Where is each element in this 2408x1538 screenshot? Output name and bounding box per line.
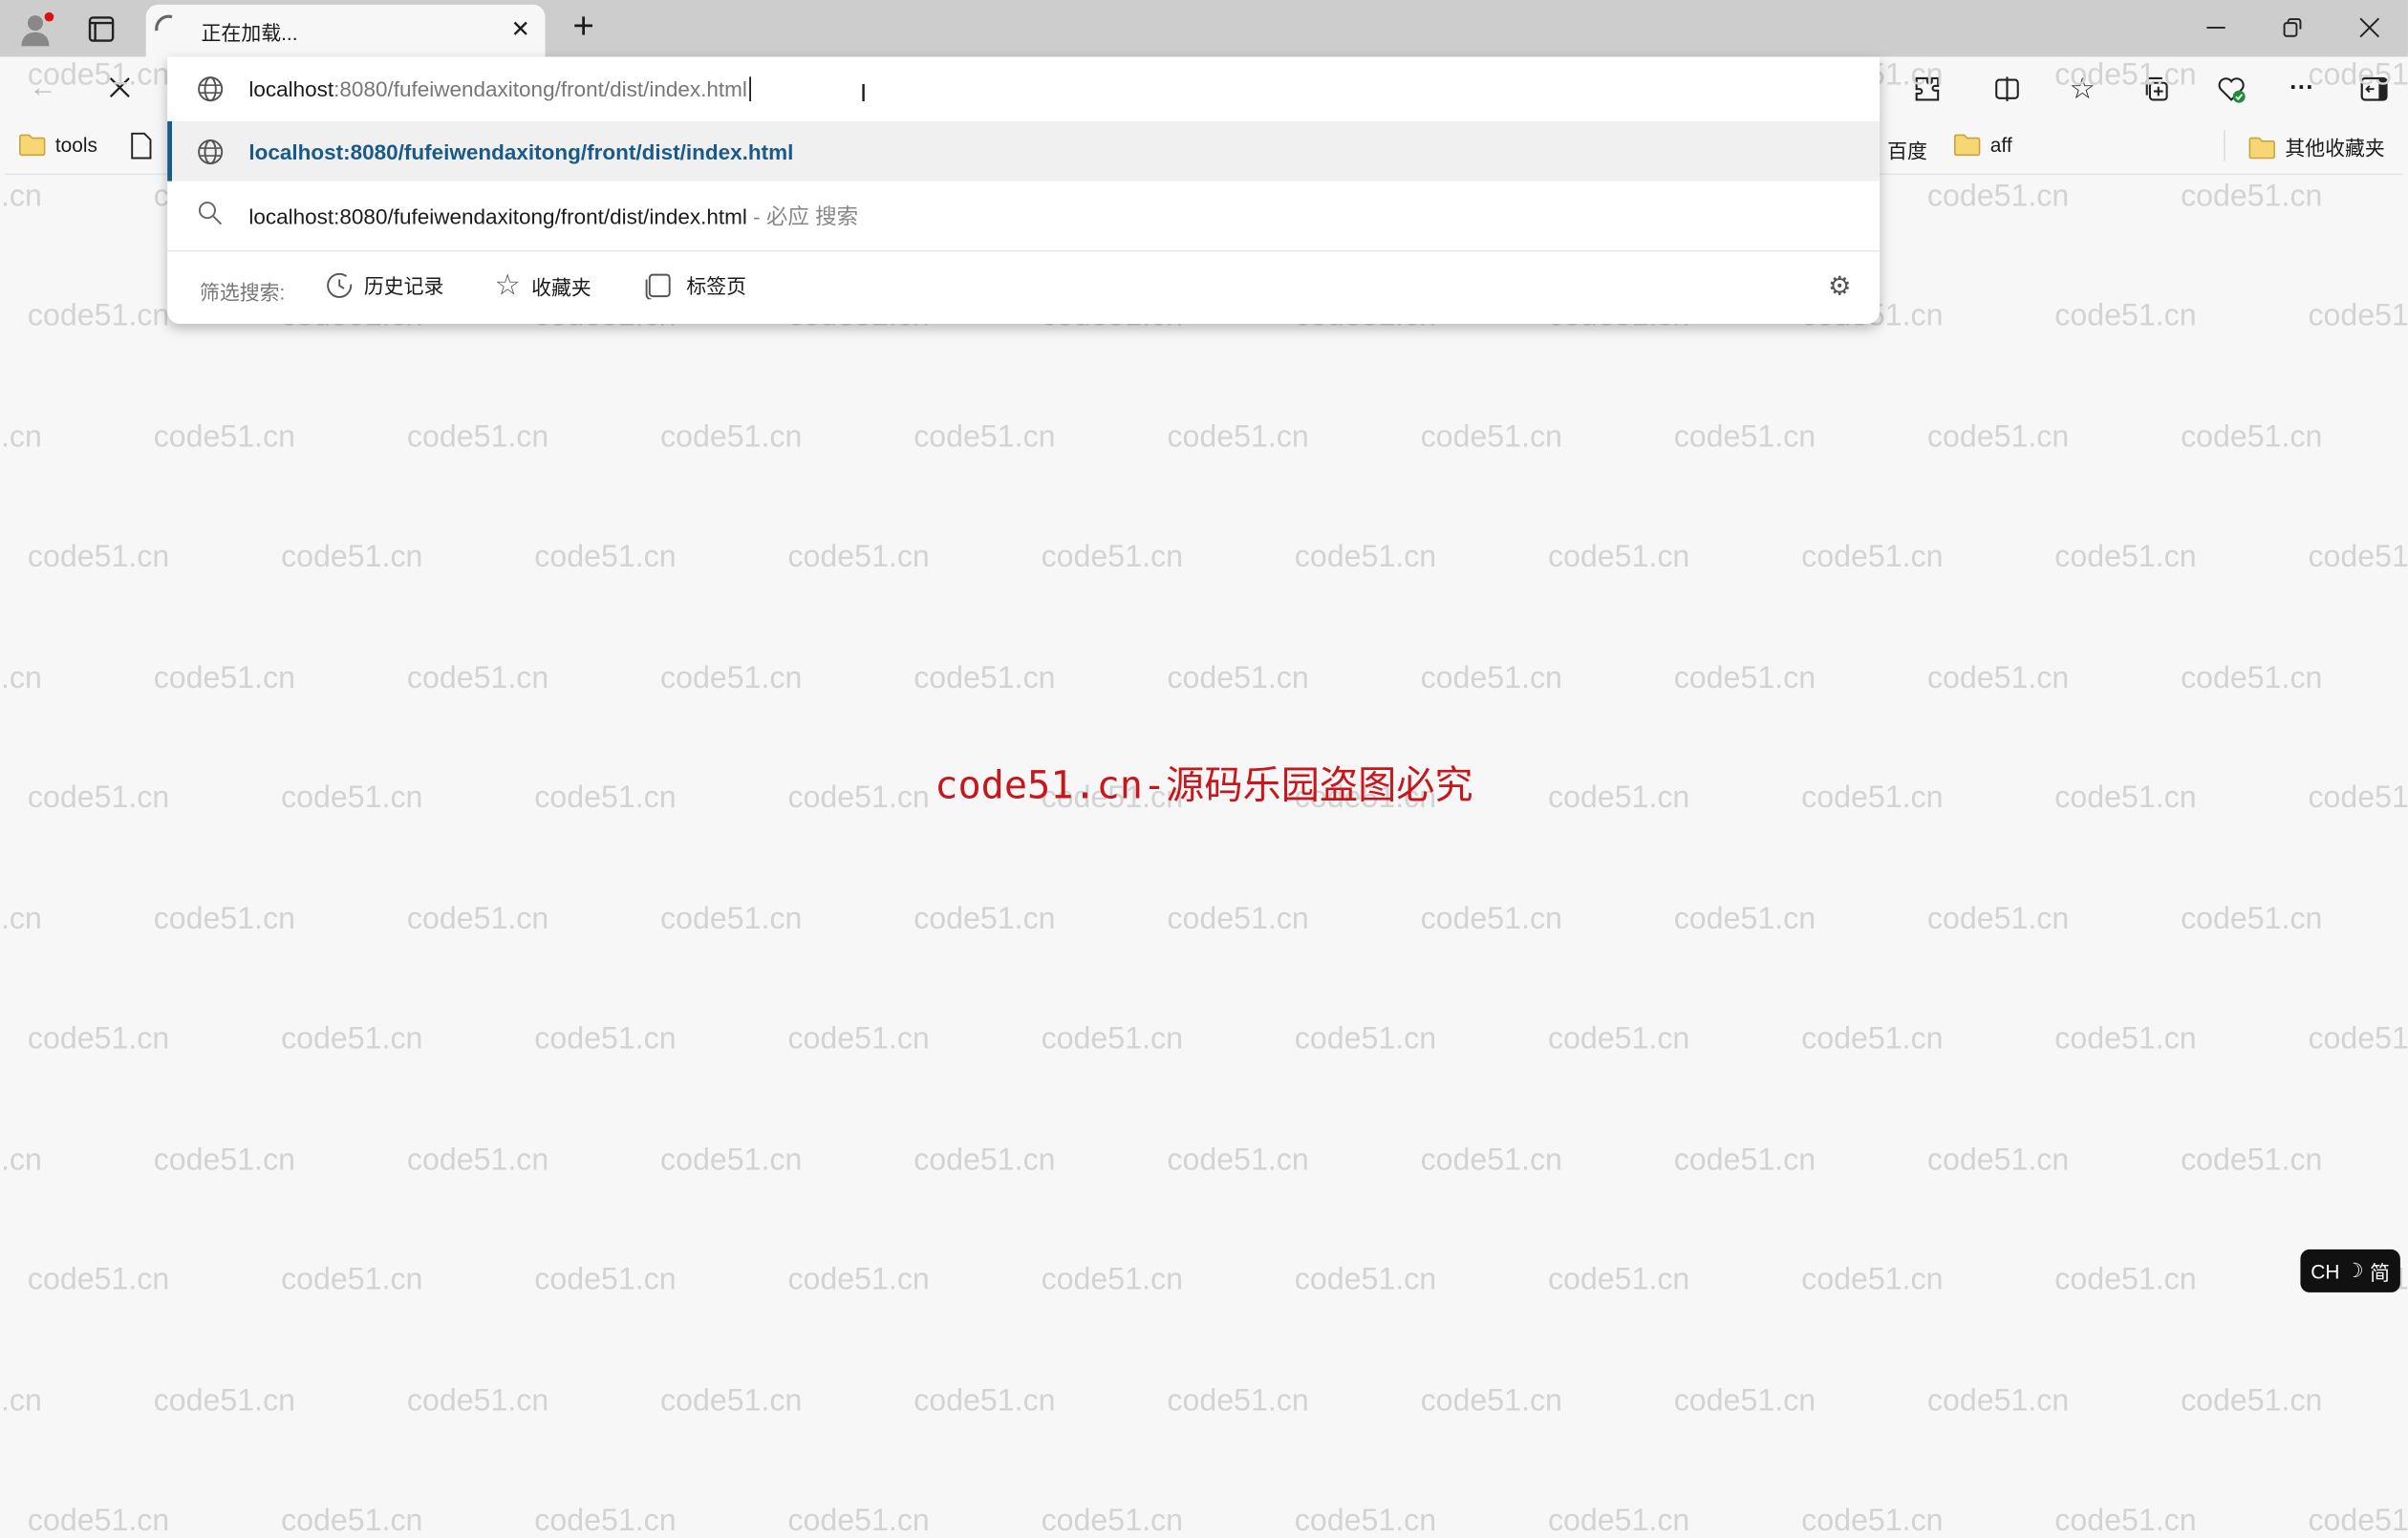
selection-indicator: [167, 120, 172, 182]
filter-row: 筛选搜索: 历史记录 ☆ 收藏夹 标签页 ⚙: [167, 252, 1880, 325]
text-cursor-icon: I: [859, 81, 868, 108]
heart-pulse-icon: [2218, 77, 2246, 103]
bookmark-folder-aff[interactable]: aff: [1953, 132, 2012, 157]
loading-spinner-icon: [155, 14, 173, 32]
divider: [2224, 130, 2225, 161]
bookmark-label: tools: [54, 132, 98, 157]
filter-history[interactable]: 历史记录: [326, 270, 444, 300]
minimize-button[interactable]: [2193, 8, 2239, 48]
filter-label-history: 历史记录: [363, 274, 444, 298]
ellipsis-icon: ···: [2290, 75, 2314, 102]
sidebar-toggle-button[interactable]: [2354, 69, 2395, 109]
profile-icon: [21, 11, 54, 47]
browser-window: 正在加载... ✕ + ← ☆ ··· tools 百度 aff 其他收藏夹 c…: [0, 0, 2408, 1538]
close-icon: [109, 77, 130, 98]
suggestion-text: localhost:8080/fufeiwendaxitong/front/di…: [248, 203, 747, 229]
moon-icon: ☽: [2345, 1258, 2364, 1282]
ime-language: CH: [2311, 1259, 2340, 1283]
collections-icon: [2145, 76, 2168, 101]
restore-button[interactable]: [2269, 8, 2315, 48]
bookmark-folder-tools[interactable]: tools: [18, 132, 97, 157]
more-button[interactable]: ···: [2282, 69, 2322, 109]
tab-actions-button[interactable]: [80, 8, 123, 51]
tab-close-button[interactable]: ✕: [505, 13, 536, 44]
vertical-tabs-icon: [88, 16, 115, 42]
filter-label-favorites: 收藏夹: [531, 276, 591, 300]
puzzle-icon: [1915, 76, 1940, 101]
favorites-star-icon: ☆: [2069, 73, 2096, 106]
close-icon: [2359, 17, 2380, 38]
filter-label-tabs: 标签页: [686, 274, 747, 298]
tab-strip: 正在加载... ✕ +: [0, 0, 2408, 57]
collections-button[interactable]: [2136, 69, 2176, 109]
extensions-button[interactable]: [1907, 69, 1947, 109]
history-icon: [327, 272, 353, 298]
suggestion-text: localhost:8080/fufeiwendaxitong/front/di…: [248, 139, 794, 164]
plus-icon: +: [572, 6, 594, 48]
window-close-button[interactable]: [2347, 8, 2393, 48]
browser-essentials-button[interactable]: [2211, 69, 2251, 109]
star-icon: ☆: [494, 269, 521, 303]
other-favorites-folder[interactable]: 其他收藏夹: [2248, 132, 2385, 161]
gear-icon: ⚙: [1828, 271, 1852, 301]
filter-label: 筛选搜索:: [199, 281, 286, 305]
sidebar-icon: [2360, 76, 2388, 101]
favorites-button[interactable]: ☆: [2062, 69, 2102, 109]
bookmark-label: aff: [1989, 132, 2012, 157]
globe-icon: [198, 76, 224, 102]
address-path: :8080/fufeiwendaxitong/front/dist/index.…: [333, 76, 747, 102]
address-input[interactable]: localhost:8080/fufeiwendaxitong/front/di…: [167, 56, 1880, 120]
page-icon[interactable]: [131, 132, 152, 160]
address-bar-dropdown: localhost:8080/fufeiwendaxitong/front/di…: [167, 56, 1881, 325]
search-icon: [198, 202, 223, 225]
ime-indicator[interactable]: CH ☽ 简: [2300, 1249, 2400, 1292]
tab-active[interactable]: 正在加载... ✕: [145, 4, 546, 57]
tabs-icon: [645, 272, 671, 299]
folder-icon: [19, 134, 46, 157]
globe-icon: [198, 139, 224, 165]
split-screen-button[interactable]: [1988, 69, 2028, 109]
bookmark-label: 其他收藏夹: [2285, 137, 2385, 160]
folder-icon: [2248, 137, 2275, 159]
bookmark-baidu[interactable]: 百度: [1887, 135, 1927, 164]
split-screen-icon: [1995, 76, 2019, 102]
search-settings-button[interactable]: ⚙: [1823, 270, 1857, 304]
suggestion-item[interactable]: localhost:8080/fufeiwendaxitong/front/di…: [167, 120, 1881, 182]
address-host: localhost: [248, 76, 334, 102]
page-content: [4, 173, 2404, 1538]
restore-icon: [2283, 18, 2302, 37]
close-icon: ✕: [510, 16, 530, 43]
profile-avatar[interactable]: [15, 8, 58, 51]
ime-mode: 简: [2370, 1260, 2390, 1285]
folder-icon: [1954, 134, 1981, 157]
back-button[interactable]: ←: [25, 69, 62, 106]
stop-loading-button[interactable]: [101, 69, 139, 106]
minimize-icon: [2206, 26, 2225, 29]
suggestion-item[interactable]: localhost:8080/fufeiwendaxitong/front/di…: [167, 182, 1880, 246]
filter-favorites[interactable]: ☆ 收藏夹: [494, 268, 591, 304]
arrow-left-icon: ←: [29, 71, 57, 102]
filter-tabs[interactable]: 标签页: [645, 270, 746, 300]
suggestion-suffix: - 必应 搜索: [746, 203, 859, 229]
tab-title: 正在加载...: [201, 21, 298, 45]
new-tab-button[interactable]: +: [564, 6, 604, 48]
watermark-notice: code51.cn-源码乐园盗图必究: [935, 762, 1473, 808]
